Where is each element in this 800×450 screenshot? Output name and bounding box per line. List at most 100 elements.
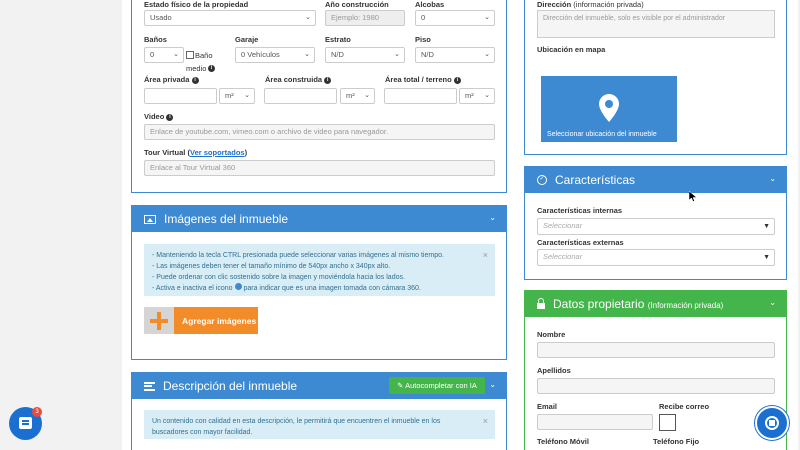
mouse-cursor-icon [689,191,697,202]
chevron-down-icon: ⌄ [394,51,400,58]
info-icon: i [208,65,215,72]
map-pin-icon [599,94,619,122]
image-icon [144,214,156,224]
caret-down-icon: ▼ [763,223,770,230]
externas-select[interactable]: Seleccionar ▼ [537,249,775,266]
banos-label: Baños [144,35,167,44]
features-card-header[interactable]: ✓ Características ⌄ [525,167,786,193]
internas-select[interactable]: Seleccionar ▼ [537,218,775,235]
info-icon: i [453,76,461,84]
area-construida-input[interactable] [264,88,337,104]
chevron-down-icon: ⌄ [244,92,250,99]
area-construida-unit-select[interactable]: m² ⌄ [340,88,375,104]
area-total-unit-select[interactable]: m² ⌄ [459,88,495,104]
video-input[interactable]: Enlace de youtube.com, vimeo.com o archi… [144,124,495,140]
tip-line: - Puede ordenar con clic sostenido sobre… [152,274,405,281]
close-icon[interactable]: × [483,416,488,427]
owner-card-title: Datos propietario (Información privada) [553,297,724,311]
features-card-title: Características [555,173,636,187]
area-total-input[interactable] [384,88,457,104]
map-label: Ubicación en mapa [537,45,606,54]
chat-icon [19,417,32,429]
owner-card-header[interactable]: Datos propietario (Información privada) … [525,291,786,317]
recibe-correo-label: Recibe correo [659,402,710,411]
select-location-button[interactable]: Seleccionar ubicación del inmueble [541,76,677,142]
chat-widget-button[interactable]: 3 [9,407,42,440]
email-label: Email [537,402,558,411]
area-privada-unit-select[interactable]: m² ⌄ [219,88,255,104]
tip-line: - Las imágenes deben tener el tamaño mín… [152,263,391,270]
email-input[interactable] [537,414,653,430]
garaje-label: Garaje [235,35,259,44]
chevron-down-icon: ⌄ [304,51,310,58]
description-info-box: Un contenido con calidad en esta descrip… [144,410,495,439]
area-total-label: Área total / terreno i [385,75,461,84]
magic-icon: ✎ [397,381,406,390]
chevron-down-icon: ⌄ [173,51,179,58]
piso-select[interactable]: N/D ⌄ [415,47,495,63]
align-left-icon [144,381,155,391]
alcobas-label: Alcobas [415,0,445,9]
estrato-select[interactable]: N/D ⌄ [325,47,405,63]
camera-360-icon [234,283,242,290]
check-circle-icon: ✓ [537,175,547,185]
plus-icon [144,307,174,334]
estrato-label: Estrato [325,35,351,44]
description-card-title: Descripción del inmueble [163,379,298,393]
banos-select[interactable]: 0 ⌄ [144,47,184,63]
telefono-movil-label: Teléfono Móvil [537,437,589,446]
apellidos-input[interactable] [537,378,775,394]
nombre-input[interactable] [537,342,775,358]
estado-label: Estado físico de la propiedad [144,0,249,9]
tour-input[interactable]: Enlace al Tour Virtual 360 [144,160,495,176]
tip-line: - Manteniendo la tecla CTRL presionada p… [152,252,444,259]
lock-icon [537,298,545,309]
bano-medio-checkbox[interactable] [186,51,194,59]
internas-label: Características internas [537,206,623,215]
ai-autocomplete-button[interactable]: ✎ Autocompletar con IA [389,377,485,394]
floating-action-button[interactable] [755,406,789,440]
estado-select[interactable]: Usado ⌄ [144,10,316,26]
piso-label: Piso [415,35,431,44]
bano-medio-label-1: Baño [195,51,213,60]
apellidos-label: Apellidos [537,366,571,375]
area-privada-label: Área privada i [144,75,199,84]
info-icon: i [166,113,174,121]
chevron-down-icon[interactable]: ⌄ [769,298,776,307]
images-tips-box: - Manteniendo la tecla CTRL presionada p… [144,244,495,296]
chevron-down-icon[interactable]: ⌄ [489,213,496,222]
address-textarea[interactable]: Dirección del inmueble, solo es visible … [537,10,775,38]
chevron-down-icon: ⌄ [364,92,370,99]
add-images-button[interactable]: Agregar imágenes [144,307,258,334]
chevron-down-icon: ⌄ [305,14,311,21]
garaje-select[interactable]: 0 Vehículos ⌄ [235,47,315,63]
anio-label: Año construcción [325,0,389,9]
recibe-correo-checkbox[interactable] [659,414,676,431]
chevron-down-icon[interactable]: ⌄ [489,380,496,389]
area-privada-input[interactable] [144,88,217,104]
images-card-header[interactable]: Imágenes del inmueble ⌄ [132,206,506,232]
chevron-down-icon[interactable]: ⌄ [769,174,776,183]
chevron-down-icon: ⌄ [484,92,490,99]
area-construida-label: Área construida i [265,75,332,84]
video-label: Video i [144,112,174,121]
anio-input[interactable]: Ejemplo: 1980 [325,10,405,26]
stop-circle-icon [765,416,779,430]
chevron-down-icon: ⌄ [484,14,490,21]
ver-soportados-link[interactable]: Ver soportados [190,148,245,157]
bano-medio-label-2: medio [186,64,207,73]
chevron-down-icon: ⌄ [484,51,490,58]
info-icon: i [191,76,199,84]
nombre-label: Nombre [537,330,566,339]
alcobas-select[interactable]: 0 ⌄ [415,10,495,26]
telefono-fijo-label: Teléfono Fijo [653,437,700,446]
caret-down-icon: ▼ [763,254,770,261]
externas-label: Características externas [537,238,624,247]
description-card-header[interactable]: Descripción del inmueble ✎ Autocompletar… [132,373,506,399]
address-label: Dirección (información privada) [537,0,644,9]
tip-line: - Activa e inactiva el icono para indica… [152,283,421,292]
info-icon: i [324,76,332,84]
close-icon[interactable]: × [483,250,488,261]
images-card-title: Imágenes del inmueble [164,212,289,226]
tour-label: Tour Virtual (Ver soportados) [144,148,248,157]
